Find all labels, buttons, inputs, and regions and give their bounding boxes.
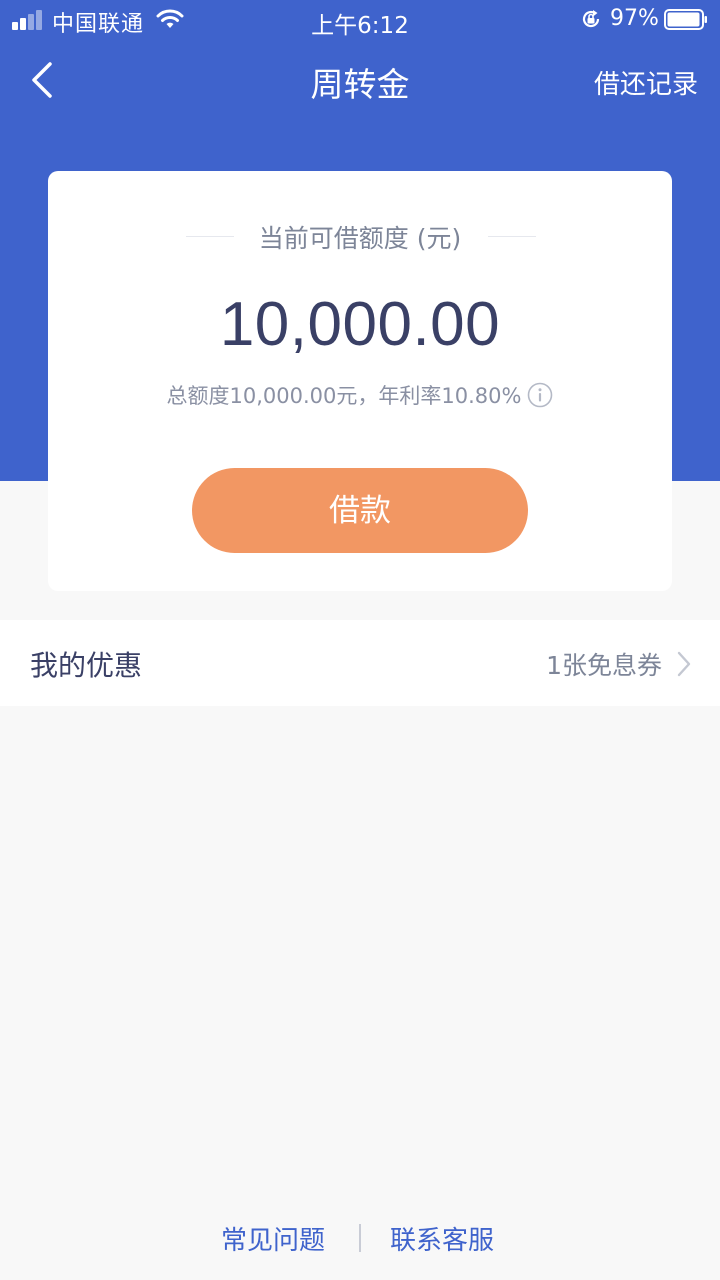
contact-support-link[interactable]: 联系客服 xyxy=(390,1220,494,1257)
info-icon[interactable] xyxy=(527,382,553,408)
footer-divider xyxy=(359,1224,361,1252)
coupon-count: 1张免息券 xyxy=(546,651,662,680)
available-credit-label: 当前可借额度 (元) xyxy=(258,224,462,253)
faq-link[interactable]: 常见问题 xyxy=(221,1220,325,1257)
available-credit-amount: 10,000.00 xyxy=(219,290,501,359)
my-offers-row[interactable]: 我的优惠 1张免息券 xyxy=(0,620,720,706)
screen: 中国联通 上午6:12 97% 周转金 借还记录 当前可借额度 (元) 10,0… xyxy=(0,0,720,1280)
total-limit-and-rate-text: 总额度10,000.00元，年利率10.80% xyxy=(166,384,522,408)
borrow-repay-records-link[interactable]: 借还记录 xyxy=(594,64,698,101)
credit-info-line: 总额度10,000.00元，年利率10.80% xyxy=(48,380,672,410)
status-bar: 中国联通 上午6:12 97% xyxy=(0,0,720,40)
credit-limit-label-row: 当前可借额度 (元) xyxy=(48,219,672,253)
borrow-button[interactable]: 借款 xyxy=(192,468,528,553)
credit-limit-card: 当前可借额度 (元) 10,000.00 总额度10,000.00元，年利率10… xyxy=(48,171,672,591)
chevron-right-icon xyxy=(677,651,691,677)
nav-bar: 周转金 借还记录 xyxy=(0,40,720,124)
my-offers-label: 我的优惠 xyxy=(30,649,143,682)
battery-icon xyxy=(664,9,707,30)
rotation-lock-icon xyxy=(582,10,600,28)
footer-links: 常见问题 联系客服 xyxy=(0,1218,720,1258)
battery-percent: 97% xyxy=(610,6,659,31)
